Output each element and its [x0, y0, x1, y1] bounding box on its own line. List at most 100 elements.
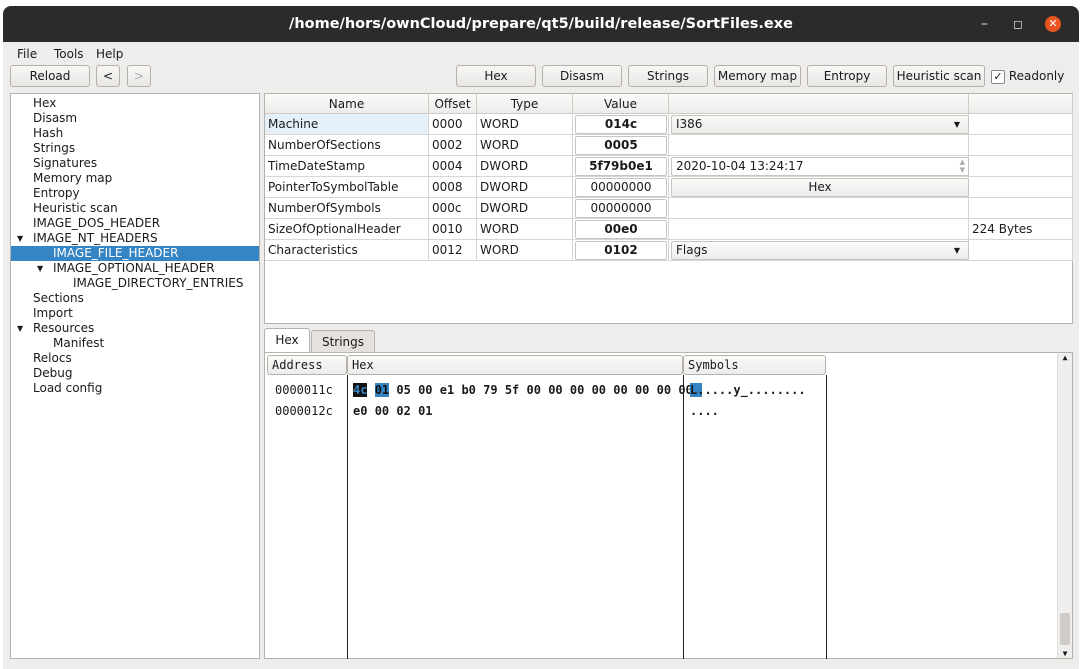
field-name[interactable]: PointerToSymbolTable	[265, 177, 429, 198]
expand-arrow-icon[interactable]: ▼	[17, 234, 23, 243]
tree-item[interactable]: Signatures	[33, 156, 97, 171]
menu-tools[interactable]: Tools	[54, 45, 84, 63]
memory-map-button[interactable]: Memory map	[714, 65, 801, 87]
field-combo[interactable]: I386 ▼	[671, 115, 969, 134]
hex-byte[interactable]: 00	[635, 383, 649, 397]
tab-strings[interactable]: Strings	[311, 330, 375, 353]
expand-arrow-icon[interactable]: ▼	[37, 264, 43, 273]
column-header-type: Type	[477, 94, 573, 114]
readonly-checkbox[interactable]: ✓ Readonly	[991, 68, 1064, 84]
tree-item[interactable]: Import	[33, 306, 73, 321]
tree-item[interactable]: IMAGE_DOS_HEADER	[33, 216, 160, 231]
tree-item[interactable]: IMAGE_FILE_HEADER	[11, 246, 259, 261]
hex-byte[interactable]: 79	[483, 383, 497, 397]
navigation-tree[interactable]: Hex Disasm Hash Strings Signatures Memory map…	[10, 93, 260, 659]
scroll-down-icon[interactable]: ▼	[1058, 649, 1072, 658]
maximize-button[interactable]: ◻	[1013, 6, 1023, 42]
strings-button[interactable]: Strings	[628, 65, 708, 87]
tree-item[interactable]: Sections	[33, 291, 84, 306]
close-button[interactable]: ✕	[1045, 16, 1061, 32]
tree-item[interactable]: Hash	[33, 126, 63, 141]
table-row: TimeDateStamp 0004 DWORD 5f79b0e1 2020-10-04…	[265, 156, 1073, 177]
hex-view[interactable]: Address Hex Symbols ▲ ▼ 0000011c 4c 01 05…	[264, 352, 1073, 659]
menu-file[interactable]: File	[17, 45, 37, 63]
hex-button[interactable]: Hex	[671, 178, 969, 197]
tree-item[interactable]: Relocs	[33, 351, 72, 366]
back-button[interactable]: <	[96, 65, 120, 87]
field-value-input[interactable]: 014c	[575, 115, 667, 134]
hex-byte[interactable]: 01	[418, 404, 432, 418]
field-name[interactable]: NumberOfSections	[265, 135, 429, 156]
hex-byte[interactable]: 00	[527, 383, 541, 397]
tree-item[interactable]: Entropy	[33, 186, 80, 201]
tree-item[interactable]: Debug	[33, 366, 72, 381]
tree-item[interactable]: Hex	[33, 96, 56, 111]
tree-item[interactable]: IMAGE_DIRECTORY_ENTRIES	[73, 276, 244, 291]
forward-button[interactable]: >	[127, 65, 151, 87]
disasm-button[interactable]: Disasm	[542, 65, 622, 87]
hex-byte[interactable]: 5f	[505, 383, 519, 397]
field-type: WORD	[477, 135, 573, 156]
tree-item[interactable]: Strings	[33, 141, 75, 156]
field-name[interactable]: NumberOfSymbols	[265, 198, 429, 219]
tree-item[interactable]: Memory map	[33, 171, 112, 186]
field-value-input[interactable]: 5f79b0e1	[575, 157, 667, 176]
tree-item[interactable]: IMAGE_NT_HEADERS	[33, 231, 158, 246]
field-name[interactable]: Machine	[265, 114, 429, 135]
hex-byte[interactable]: 02	[396, 404, 410, 418]
hex-symbols[interactable]: ....	[690, 404, 719, 418]
reload-button[interactable]: Reload	[10, 65, 90, 87]
tree-item[interactable]: IMAGE_OPTIONAL_HEADER	[53, 261, 215, 276]
hex-byte[interactable]: 00	[375, 404, 389, 418]
combo-value: Flags	[676, 243, 708, 257]
field-value-input[interactable]: 00000000	[575, 178, 667, 197]
hex-byte[interactable]: e1	[440, 383, 454, 397]
hex-bytes-row[interactable]: 4c 01 05 00 e1 b0 79 5f 00 00 00 00 00 0…	[353, 383, 693, 397]
field-info	[969, 240, 1073, 261]
entropy-button[interactable]: Entropy	[807, 65, 887, 87]
field-name[interactable]: TimeDateStamp	[265, 156, 429, 177]
tree-item[interactable]: Heuristic scan	[33, 201, 118, 216]
datetime-input[interactable]: 2020-10-04 13:24:17 ▲ ▼	[671, 157, 969, 176]
hex-byte[interactable]: 00	[548, 383, 562, 397]
tree-item[interactable]: Disasm	[33, 111, 77, 126]
tree-item[interactable]: Load config	[33, 381, 102, 396]
column-header-symbols: Symbols	[683, 355, 826, 375]
hex-byte[interactable]: b0	[461, 383, 475, 397]
column-header-info	[969, 94, 1073, 114]
spin-arrows-icon: ▲ ▼	[959, 158, 965, 174]
hex-byte[interactable]: 00	[592, 383, 606, 397]
tab-hex[interactable]: Hex	[264, 328, 310, 353]
hex-byte[interactable]: 00	[570, 383, 584, 397]
field-combo[interactable]: Flags ▼	[671, 241, 969, 260]
field-value-input[interactable]: 00000000	[575, 199, 667, 218]
hex-symbols[interactable]: L.....y_........	[690, 383, 806, 397]
field-info	[969, 177, 1073, 198]
hex-bytes-row[interactable]: e0 00 02 01	[353, 404, 433, 418]
scroll-up-icon[interactable]: ▲	[1058, 353, 1072, 362]
hex-byte[interactable]: 00	[418, 383, 432, 397]
field-value-input[interactable]: 0005	[575, 136, 667, 155]
hex-byte[interactable]: 4c	[353, 383, 368, 397]
menu-help[interactable]: Help	[96, 45, 123, 63]
hex-byte[interactable]: 01	[374, 383, 390, 397]
field-name[interactable]: Characteristics	[265, 240, 429, 261]
expand-arrow-icon[interactable]: ▼	[17, 324, 23, 333]
field-name[interactable]: SizeOfOptionalHeader	[265, 219, 429, 240]
vertical-scrollbar[interactable]: ▲ ▼	[1057, 353, 1072, 658]
scrollbar-thumb[interactable]	[1060, 613, 1070, 645]
field-value-input[interactable]: 00e0	[575, 220, 667, 239]
heuristic-scan-button[interactable]: Heuristic scan	[893, 65, 985, 87]
tree-item[interactable]: Manifest	[53, 336, 104, 351]
field-info	[969, 198, 1073, 219]
hex-byte[interactable]: 00	[657, 383, 671, 397]
hex-byte[interactable]: 00	[613, 383, 627, 397]
datetime-value: 2020-10-04 13:24:17	[676, 159, 804, 173]
hex-button[interactable]: Hex	[456, 65, 536, 87]
field-offset: 0012	[429, 240, 477, 261]
tree-item[interactable]: Resources	[33, 321, 94, 336]
field-value-input[interactable]: 0102	[575, 241, 667, 260]
hex-byte[interactable]: 05	[396, 383, 410, 397]
minimize-button[interactable]: –	[981, 6, 988, 42]
hex-byte[interactable]: e0	[353, 404, 367, 418]
